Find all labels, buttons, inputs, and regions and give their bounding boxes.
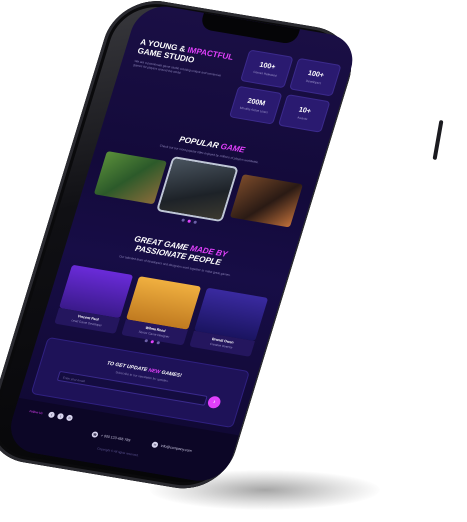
carousel-dot-active[interactable]: [149, 339, 154, 344]
stat-card: 100+ Developers: [288, 57, 342, 97]
phone-mockup: A Young & Impactful Game Studio We are a…: [0, 0, 467, 522]
carousel-dot[interactable]: [155, 340, 160, 345]
team-member-card[interactable]: Wilma Reed Senior Game Designer: [121, 276, 201, 346]
game-thumbnail-active[interactable]: [158, 158, 237, 220]
phone-icon: ☎: [91, 431, 99, 439]
mail-icon: ✉: [151, 441, 159, 449]
stat-card: 10+ Awards: [277, 94, 331, 133]
social-label: Follow Us: [28, 409, 44, 416]
email-address: info@company.com: [160, 443, 193, 453]
team-member-card[interactable]: Vincent Paul Lead Game Developer: [54, 264, 134, 334]
carousel-dot-active[interactable]: [186, 219, 191, 223]
footer-phone[interactable]: ☎ + 000 123 456 789: [91, 431, 131, 443]
social-links: Follow Us f t in: [28, 408, 74, 422]
twitter-icon[interactable]: t: [56, 412, 65, 420]
subscribe-button[interactable]: ›: [206, 395, 222, 410]
arrow-right-icon: ›: [212, 399, 217, 406]
carousel-dot[interactable]: [192, 220, 197, 224]
stat-value: 200M: [246, 97, 267, 108]
carousel-dots: [178, 218, 199, 224]
linkedin-icon[interactable]: in: [65, 414, 74, 422]
stats-grid: 100+ Games Released 100+ Developers 200M…: [228, 49, 342, 133]
carousel-dot[interactable]: [180, 218, 185, 222]
stat-value: 10+: [297, 106, 312, 115]
phone-number: + 000 123 456 789: [100, 433, 131, 443]
game-thumbnail[interactable]: [229, 174, 303, 228]
facebook-icon[interactable]: f: [47, 411, 56, 419]
stat-value: 100+: [307, 69, 325, 79]
stat-label: Awards: [297, 114, 309, 121]
popular-title-accent: Game: [219, 141, 247, 155]
game-thumbnail[interactable]: [93, 151, 167, 205]
team-member-card[interactable]: Brandi Owen Creative Director: [188, 287, 269, 357]
footer-email[interactable]: ✉ info@company.com: [151, 441, 193, 454]
side-button: [432, 119, 444, 161]
stat-label: Developers: [305, 78, 322, 85]
stat-value: 100+: [258, 61, 277, 71]
stat-card: 200M Monthly Active Users: [228, 85, 282, 125]
stat-card: 100+ Games Released: [240, 49, 294, 89]
carousel-dot[interactable]: [143, 338, 148, 343]
